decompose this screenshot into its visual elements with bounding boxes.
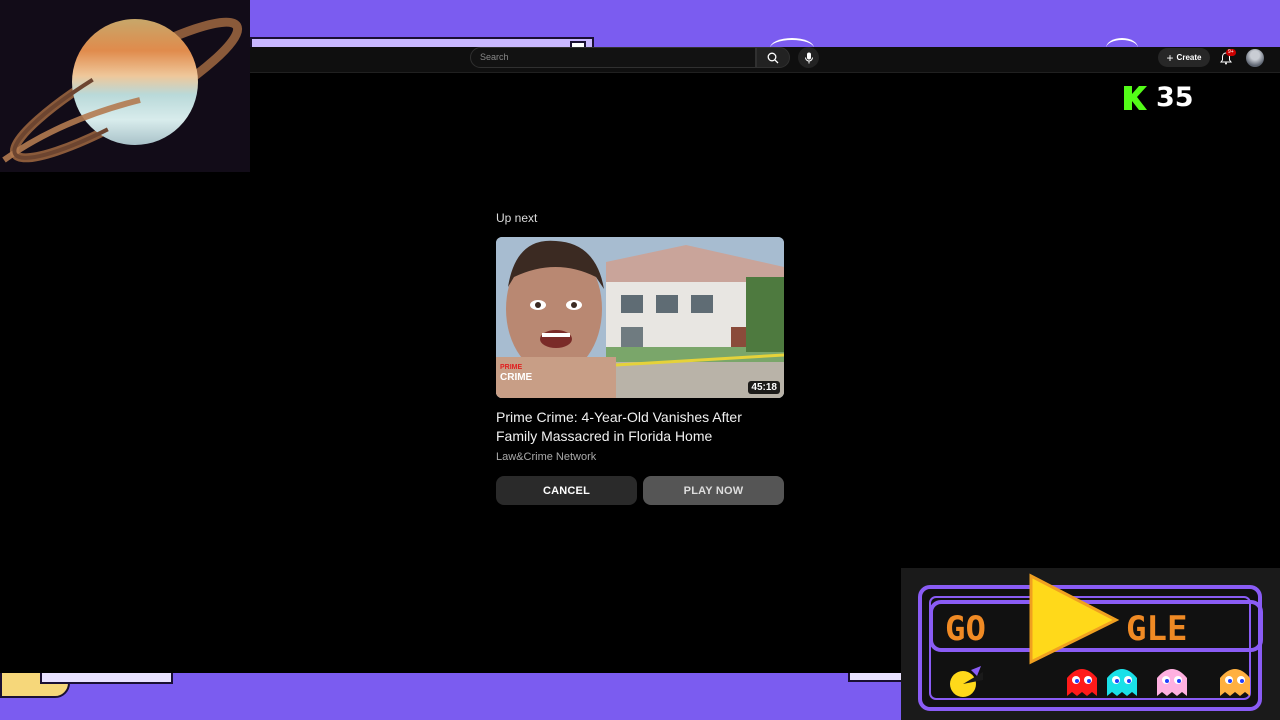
- pacman-doodle-graphic: GO GLE: [901, 568, 1280, 720]
- cancel-button[interactable]: CANCEL: [496, 476, 637, 505]
- logo-line-1: PRIME: [500, 364, 523, 371]
- video-title-line-1: Prime Crime: 4-Year-Old Vanishes After: [496, 409, 742, 425]
- background-decoration: [848, 672, 903, 682]
- k-logo-icon: [1124, 85, 1147, 110]
- top-bar: Search + Create 9+: [250, 47, 1280, 73]
- background-decoration: [40, 672, 173, 684]
- logo-line-2: CRIME: [500, 372, 533, 383]
- search-input[interactable]: Search: [470, 47, 756, 68]
- thumbnail-show-logo: PRIME CRIME: [500, 364, 540, 390]
- saturn-image: [0, 0, 250, 172]
- plus-icon: +: [1166, 50, 1174, 65]
- voice-search-button[interactable]: [798, 47, 819, 68]
- search-button[interactable]: [756, 47, 790, 68]
- saturn-icon: [0, 0, 250, 172]
- create-label: Create: [1176, 53, 1202, 62]
- play-now-button[interactable]: PLAY NOW: [643, 476, 784, 505]
- channel-name[interactable]: Law&Crime Network: [496, 451, 596, 463]
- search-icon: [767, 52, 779, 63]
- notification-badge: 9+: [1226, 49, 1236, 56]
- video-duration: 45:18: [748, 381, 780, 394]
- up-next-label: Up next: [496, 211, 538, 225]
- avatar[interactable]: [1246, 49, 1264, 67]
- doodle-letters-left: GO: [945, 609, 986, 649]
- microphone-icon: [804, 52, 813, 63]
- video-title-line-2: Family Massacred in Florida Home: [496, 428, 713, 444]
- pacman-doodle[interactable]: GO GLE: [901, 568, 1280, 720]
- doodle-letters-right: GLE: [1126, 609, 1187, 649]
- video-title[interactable]: Prime Crime: 4-Year-Old Vanishes After F…: [496, 408, 786, 446]
- score-value: 35: [1156, 82, 1194, 113]
- game-score: 35: [1122, 82, 1194, 113]
- create-button[interactable]: + Create: [1158, 48, 1210, 67]
- video-player-window-left: [0, 172, 250, 673]
- video-thumbnail[interactable]: PRIME CRIME 45:18: [496, 237, 784, 398]
